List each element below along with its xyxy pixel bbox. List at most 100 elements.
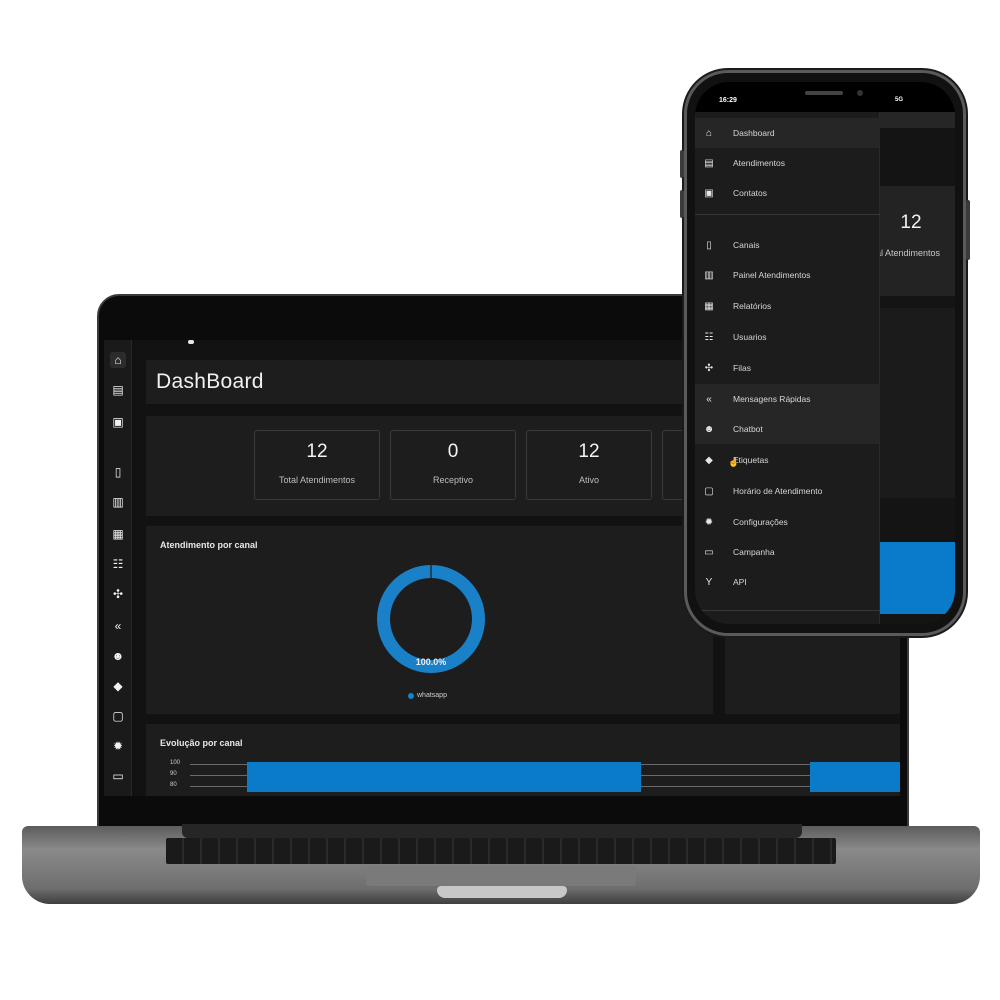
home-icon: ⌂: [705, 127, 713, 139]
gear-icon[interactable]: ✹: [110, 738, 126, 754]
speaker-grille: [805, 91, 843, 95]
robot-icon[interactable]: ☻: [110, 648, 126, 664]
legend-swatch: [408, 692, 414, 699]
menu-label: Filas: [733, 363, 751, 373]
quick-reply-icon: «: [706, 393, 712, 405]
contact-card-icon[interactable]: ▣: [110, 414, 126, 430]
calendar-icon[interactable]: ▢: [110, 708, 126, 724]
menu-item-configuracoes[interactable]: ✹ Configurações: [695, 507, 880, 537]
navigation-drawer: ⌂ Dashboard ▤ Atendimentos ▣ Contatos ▯ …: [695, 112, 880, 624]
menu-item-canais[interactable]: ▯ Canais: [695, 230, 880, 260]
quick-reply-icon[interactable]: «: [110, 618, 126, 634]
stat-value: 12: [578, 441, 600, 462]
queue-icon[interactable]: ✣: [110, 586, 126, 602]
kanban-icon[interactable]: ▥: [110, 494, 126, 510]
menu-item-filas[interactable]: ✣ Filas: [695, 353, 880, 383]
menu-item-etiquetas[interactable]: ◆ Etiquetas: [695, 445, 880, 475]
calendar-icon: ▢: [704, 485, 714, 497]
tag-icon[interactable]: ◆: [110, 678, 126, 694]
report-icon[interactable]: ▦: [110, 526, 126, 542]
donut-hole: [390, 578, 472, 660]
stat-label: Ativo: [578, 475, 599, 485]
bg-chart-panel: [880, 308, 955, 498]
menu-label: Campanha: [733, 547, 775, 557]
chat-icon[interactable]: ▤: [110, 382, 126, 398]
phone-volume-button: [680, 190, 684, 218]
campaign-icon: ▭: [704, 546, 714, 558]
menu-label: Contatos: [733, 188, 768, 198]
screen-cursor-mark: [188, 340, 194, 344]
menu-item-mensagens-rapidas[interactable]: « Mensagens Rápidas: [695, 384, 880, 414]
bg-stat-value: 12: [900, 212, 922, 233]
y-tick-label: 80: [170, 782, 177, 788]
api-icon: Y: [705, 576, 713, 588]
menu-label: API: [733, 577, 747, 587]
phone-power-button: [966, 200, 970, 260]
users-icon: ☷: [704, 331, 714, 343]
menu-item-dashboard[interactable]: ⌂ Dashboard: [695, 118, 880, 148]
laptop-hinge: [182, 824, 802, 838]
y-tick-label: 100: [170, 760, 181, 766]
menu-item-api[interactable]: Y API: [695, 567, 880, 597]
kanban-icon: ▥: [704, 269, 714, 281]
queue-icon: ✣: [704, 362, 714, 374]
menu-item-usuarios[interactable]: ☷ Usuarios: [695, 322, 880, 352]
stat-value: 12: [306, 441, 328, 462]
channel-chart-panel: Atendimento por canal 100.0% whatsapp: [146, 526, 713, 714]
chart-title: Atendimento por canal: [160, 540, 258, 550]
phone-volume-button: [680, 150, 684, 178]
chart-title: Evolução por canal: [160, 738, 243, 748]
chat-icon: ▤: [704, 157, 714, 169]
menu-label: Usuarios: [733, 332, 767, 342]
laptop-base-notch: [437, 886, 567, 898]
phone-notch: [755, 82, 895, 108]
menu-label: Atendimentos: [733, 158, 785, 168]
evolution-bar[interactable]: [247, 762, 641, 792]
status-time: 16:29: [719, 97, 737, 104]
menu-label: Dashboard: [733, 128, 775, 138]
menu-item-horario[interactable]: ▢ Horário de Atendimento: [695, 476, 880, 506]
phone-screen: 12 al Atendimentos ⌂ Dashboard ▤ Atendim…: [695, 82, 955, 624]
page-title: DashBoard: [156, 370, 264, 393]
y-tick-label: 90: [170, 771, 177, 777]
stat-label: Total Atendimentos: [278, 475, 356, 485]
stat-card-ativo: 12 Ativo: [526, 430, 652, 500]
chart-legend[interactable]: whatsapp: [408, 692, 447, 699]
contact-card-icon: ▣: [704, 187, 714, 199]
campaign-icon[interactable]: ▭: [110, 768, 126, 784]
sidebar-rail: ⌂ ▤ ▣ ▯ ▥ ▦ ☷ ✣ « ☻ ◆ ▢ ✹ ▭: [104, 340, 132, 796]
menu-label: Canais: [733, 240, 760, 250]
menu-item-chatbot[interactable]: ☻ Chatbot: [695, 414, 880, 444]
keyboard: [166, 838, 836, 864]
menu-label: Configurações: [733, 517, 788, 527]
menu-item-atendimentos[interactable]: ▤ Atendimentos: [695, 148, 880, 178]
bg-header: [880, 112, 955, 128]
signal-icon: 5G: [895, 97, 904, 103]
stat-label: Receptivo: [432, 475, 474, 485]
menu-item-painel[interactable]: ▥ Painel Atendimentos: [695, 260, 880, 290]
bg-stat-panel: [880, 186, 955, 296]
legend-label: whatsapp: [417, 692, 447, 699]
stat-value: 0: [447, 441, 459, 462]
menu-item-campanha[interactable]: ▭ Campanha: [695, 537, 880, 567]
menu-item-relatorios[interactable]: ▦ Relatórios: [695, 291, 880, 321]
evolution-bar[interactable]: [810, 762, 900, 792]
menu-label: Horário de Atendimento: [733, 486, 823, 496]
menu-label: Chatbot: [733, 424, 763, 434]
bg-chart-bar: [880, 542, 955, 614]
menu-divider: [695, 214, 880, 215]
report-icon: ▦: [704, 300, 714, 312]
tag-icon: ◆: [705, 454, 713, 466]
menu-item-contatos[interactable]: ▣ Contatos: [695, 178, 880, 208]
users-icon[interactable]: ☷: [110, 556, 126, 572]
bg-stat-label: al Atendimentos: [876, 248, 941, 258]
phone-signal-icon[interactable]: ▯: [110, 464, 126, 480]
stat-card-total: 12 Total Atendimentos: [254, 430, 380, 500]
stat-card-receptivo: 0 Receptivo: [390, 430, 516, 500]
menu-divider: [695, 610, 880, 611]
home-icon[interactable]: ⌂: [110, 352, 126, 368]
phone-background-dashboard: 12 al Atendimentos: [876, 112, 955, 624]
donut-percentage-label: 100.0%: [415, 657, 447, 667]
robot-icon: ☻: [703, 423, 715, 435]
pointer-cursor-icon: ☝: [728, 457, 740, 467]
